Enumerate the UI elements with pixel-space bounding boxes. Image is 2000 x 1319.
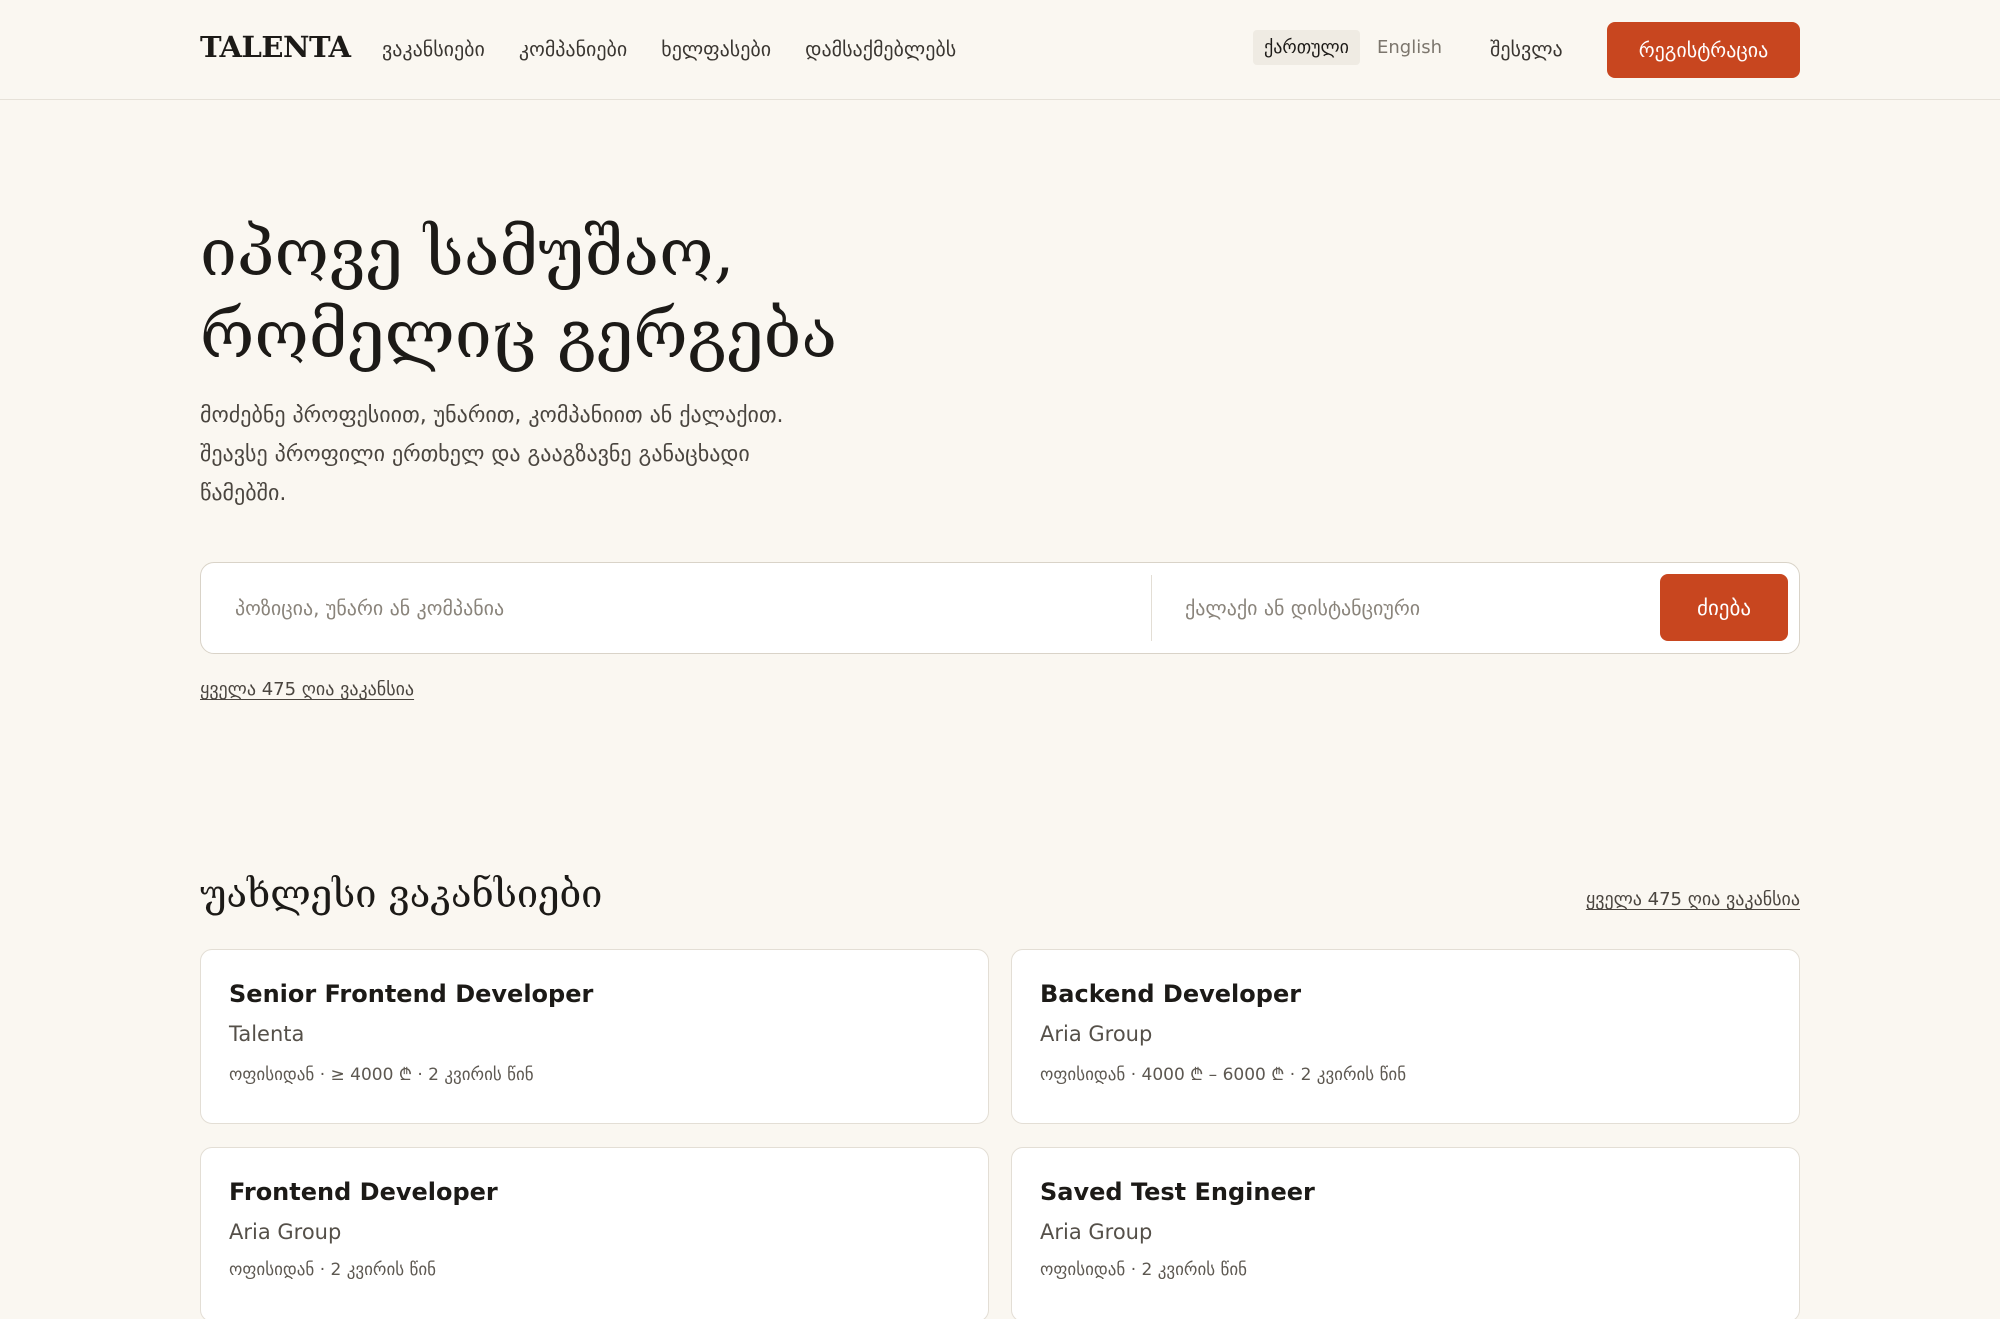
job-meta: ოფისიდან · ≥ 4000 ₾ · 2 კვირის წინ xyxy=(229,1065,534,1085)
nav-companies[interactable]: კომპანიები xyxy=(519,37,627,61)
job-meta: ოფისიდან · 2 კვირის წინ xyxy=(229,1260,437,1280)
lang-georgian[interactable]: ქართული xyxy=(1253,30,1360,65)
search-location-input[interactable] xyxy=(1185,563,1645,652)
job-card[interactable]: Saved Test Engineer Aria Group ოფისიდან … xyxy=(1011,1147,1800,1319)
nav-salaries[interactable]: ხელფასები xyxy=(661,37,771,61)
job-card[interactable]: Senior Frontend Developer Talenta ოფისიდ… xyxy=(200,949,989,1124)
job-title: Frontend Developer xyxy=(229,1178,498,1206)
hero-title-line1: იპოვე სამუშაო, xyxy=(200,214,735,291)
job-card[interactable]: Frontend Developer Aria Group ოფისიდან ·… xyxy=(200,1147,989,1319)
job-card[interactable]: Backend Developer Aria Group ოფისიდან · … xyxy=(1011,949,1800,1124)
search-divider xyxy=(1151,575,1152,641)
search-button[interactable]: ძიება xyxy=(1660,574,1788,641)
job-title: Senior Frontend Developer xyxy=(229,980,594,1008)
language-switcher: ქართული English xyxy=(1253,30,1453,65)
nav-vacancies[interactable]: ვაკანსიები xyxy=(382,37,485,61)
job-company: Aria Group xyxy=(229,1220,342,1244)
nav-employers[interactable]: დამსაქმებლებს xyxy=(805,37,956,61)
job-company: Aria Group xyxy=(1040,1022,1153,1046)
job-title: Backend Developer xyxy=(1040,980,1302,1008)
job-meta: ოფისიდან · 4000 ₾ – 6000 ₾ · 2 კვირის წი… xyxy=(1040,1065,1407,1085)
login-link[interactable]: შესვლა xyxy=(1490,37,1563,61)
logo[interactable]: TALENTA xyxy=(200,30,351,64)
job-meta: ოფისიდან · 2 კვირის წინ xyxy=(1040,1260,1248,1280)
register-button[interactable]: რეგისტრაცია xyxy=(1607,22,1800,78)
search-query-input[interactable] xyxy=(235,563,1135,652)
search-bar: ძიება xyxy=(200,562,1800,654)
latest-vacancies-title: უახლესი ვაკანსიები xyxy=(200,872,603,916)
job-company: Aria Group xyxy=(1040,1220,1153,1244)
hero-title: იპოვე სამუშაო, რომელიც გერგება xyxy=(200,212,1000,376)
hero-title-line2: რომელიც გერგება xyxy=(200,296,837,373)
latest-all-vacancies-link[interactable]: ყველა 475 ღია ვაკანსია xyxy=(1586,889,1800,910)
job-title: Saved Test Engineer xyxy=(1040,1178,1315,1206)
job-company: Talenta xyxy=(229,1022,305,1046)
all-vacancies-link[interactable]: ყველა 475 ღია ვაკანსია xyxy=(200,679,414,700)
top-navbar: TALENTA ვაკანსიები კომპანიები ხელფასები … xyxy=(0,0,2000,100)
main-nav: ვაკანსიები კომპანიები ხელფასები დამსაქმე… xyxy=(382,37,956,61)
hero-subtitle: მოძებნე პროფესიით, უნარით, კომპანიით ან … xyxy=(200,403,784,506)
lang-english[interactable]: English xyxy=(1366,30,1453,65)
